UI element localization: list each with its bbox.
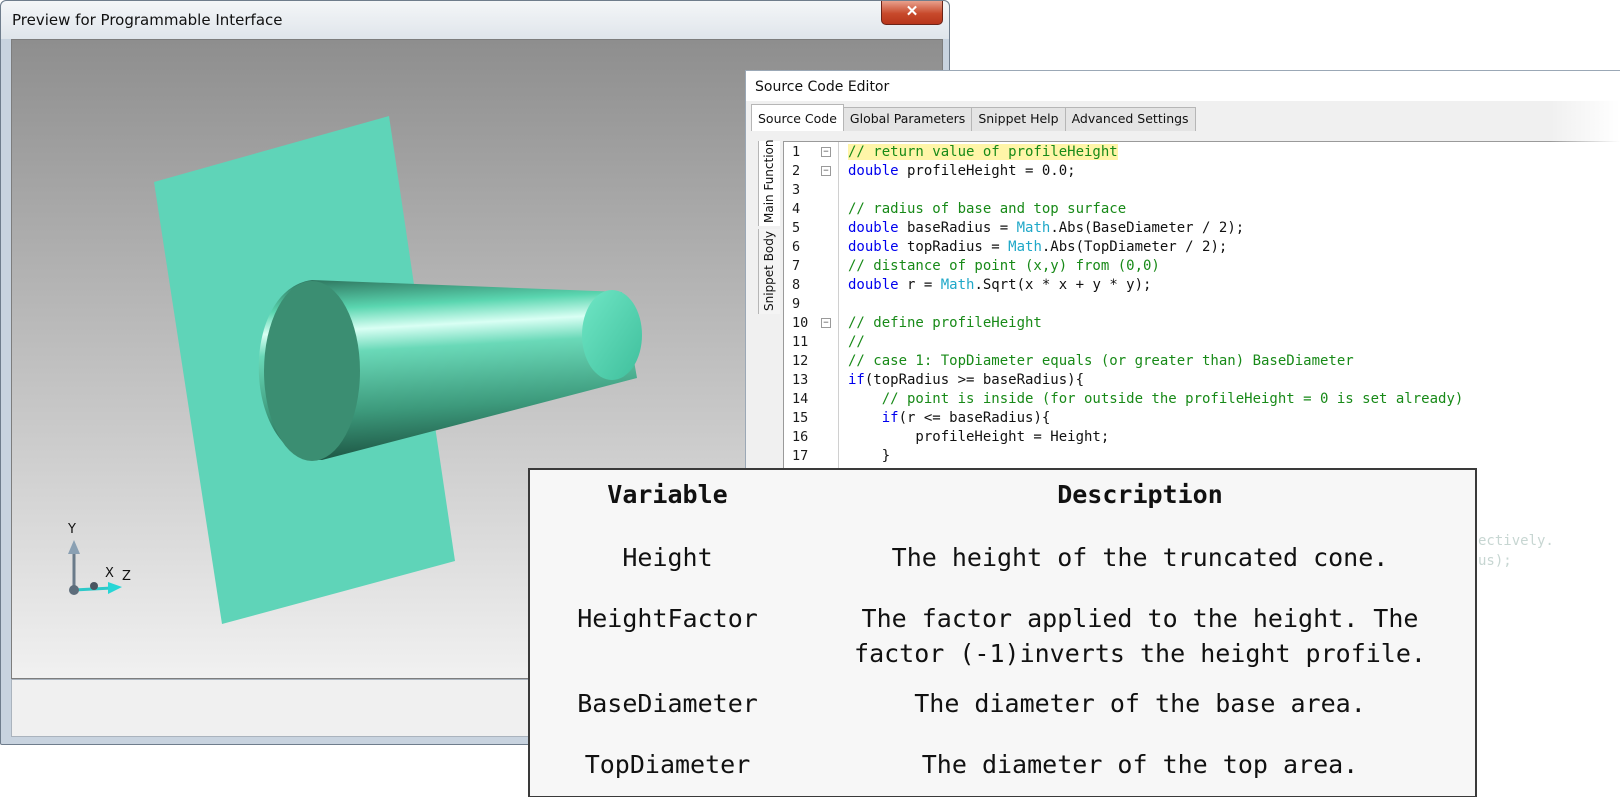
fold-toggle[interactable]: − [821,166,831,176]
line-number-gutter: 1 2 3 4 5 6 7 8 9 10 11 12 13 14 15 16 1… [784,142,839,490]
code-line: // radius of base and top surface [848,200,1126,219]
line-number: 12 [792,353,809,369]
code-line: // distance of point (x,y) from (0,0) [848,257,1160,276]
axis-label-z: Z [122,569,131,584]
faded-code-fragment: ectively. [1478,533,1554,549]
editor-titlebar[interactable]: Source Code Editor [746,71,1620,101]
side-tab-main-function-label: Main Function [762,139,776,223]
side-tab-main-function[interactable]: Main Function [758,139,780,226]
code-comment: // define profileHeight [848,315,1042,331]
code-line: // define profileHeight [848,314,1042,333]
close-button[interactable]: ✕ [881,1,943,25]
line-number: 2 [792,163,801,179]
line-number: 7 [792,258,801,274]
line-number: 6 [792,239,801,255]
axis-label-y: Y [68,522,76,537]
code-comment: // distance of point (x,y) from (0,0) [848,258,1160,274]
code-comment: // point is inside (for outside the prof… [848,391,1464,407]
line-number: 9 [792,296,801,312]
line-number: 16 [792,429,809,445]
code-keyword: double [848,277,899,293]
code-line: // [848,333,865,352]
editor-fade-overlay [1550,71,1620,490]
faded-code-fragment: us); [1478,553,1512,569]
code-class: Math [1008,239,1042,255]
code-text: profileHeight = 0.0; [898,163,1076,179]
column-header-description: Description [1057,480,1223,509]
truncated-cone [258,280,642,461]
code-line: if(r <= baseRadius){ [848,409,1051,428]
code-line: double profileHeight = 0.0; [848,162,1076,181]
line-number: 8 [792,277,801,293]
code-line: double baseRadius = Math.Abs(BaseDiamete… [848,219,1244,238]
table-row-description: The diameter of the top area. [921,750,1359,779]
code-editor[interactable]: 1 2 3 4 5 6 7 8 9 10 11 12 13 14 15 16 1… [783,141,1620,490]
source-code-editor-window: Source Code Editor Source Code Global Pa… [745,70,1620,490]
code-line: } [848,447,890,466]
code-comment: // return value of profileHeight [848,144,1118,160]
code-comment: // [848,334,865,350]
table-row-variable: HeightFactor [577,604,758,633]
code-line: double r = Math.Sqrt(x * x + y * y); [848,276,1151,295]
tab-advanced-settings[interactable]: Advanced Settings [1064,107,1196,131]
code-text: .Sqrt(x * x + y * y); [974,277,1152,293]
line-number: 1 [792,144,801,160]
code-line: if(topRadius >= baseRadius){ [848,371,1084,390]
fold-toggle[interactable]: − [821,147,831,157]
code-line: // case 1: TopDiameter equals (or greate… [848,352,1354,371]
table-row-description-continued: factor (-1)inverts the height profile. [854,639,1426,668]
code-comment: // case 1: TopDiameter equals (or greate… [848,353,1354,369]
code-keyword: if [848,372,865,388]
line-number: 17 [792,448,809,464]
editor-tabs: Source Code Global Parameters Snippet He… [751,104,1196,131]
close-icon: ✕ [905,3,919,20]
table-row-description: The factor applied to the height. The [861,604,1419,633]
code-text: (r <= baseRadius){ [898,410,1051,426]
column-header-variable: Variable [607,480,728,509]
code-text: (topRadius >= baseRadius){ [864,372,1085,388]
side-tab-snippet-body-label: Snippet Body [762,231,776,311]
line-number: 3 [792,182,801,198]
code-line: double topRadius = Math.Abs(TopDiameter … [848,238,1227,257]
tab-source-code[interactable]: Source Code [751,104,844,131]
preview-titlebar[interactable]: Preview for Programmable Interface ✕ [1,1,949,39]
code-text: baseRadius = [898,220,1017,236]
code-line: // point is inside (for outside the prof… [848,390,1464,409]
table-row-description: The diameter of the base area. [914,689,1366,718]
code-keyword: double [848,239,899,255]
table-row-variable: BaseDiameter [577,689,758,718]
code-line: profileHeight = Height; [848,428,1109,447]
table-row-description: The height of the truncated cone. [891,543,1389,572]
table-row-variable: TopDiameter [584,750,751,779]
line-number: 14 [792,391,809,407]
line-number: 15 [792,410,809,426]
code-keyword: double [848,163,899,179]
line-number: 11 [792,334,809,350]
preview-window-title: Preview for Programmable Interface [12,11,283,29]
code-class: Math [940,277,975,293]
variable-description-table: Variable Description Height The height o… [528,468,1477,797]
code-class: Math [1016,220,1051,236]
axis-label-x: X [105,566,114,581]
code-text: .Abs(BaseDiameter / 2); [1050,220,1245,236]
tab-global-parameters[interactable]: Global Parameters [842,107,973,131]
fold-toggle[interactable]: − [821,318,831,328]
code-keyword: if [848,410,899,426]
code-keyword: double [848,220,899,236]
code-text: } [848,448,891,464]
code-text: r = [898,277,941,293]
code-comment: // radius of base and top surface [848,201,1127,217]
code-text: profileHeight = Height; [848,429,1110,445]
line-number: 4 [792,201,801,217]
line-number: 10 [792,315,809,331]
tab-snippet-help[interactable]: Snippet Help [971,107,1066,131]
line-number: 5 [792,220,801,236]
side-tab-snippet-body[interactable]: Snippet Body [758,229,780,314]
code-text: topRadius = [898,239,1009,255]
table-row-variable: Height [622,543,713,572]
code-text: .Abs(TopDiameter / 2); [1041,239,1228,255]
editor-title: Source Code Editor [755,79,890,95]
line-number: 13 [792,372,809,388]
code-line: // return value of profileHeight [848,143,1118,162]
